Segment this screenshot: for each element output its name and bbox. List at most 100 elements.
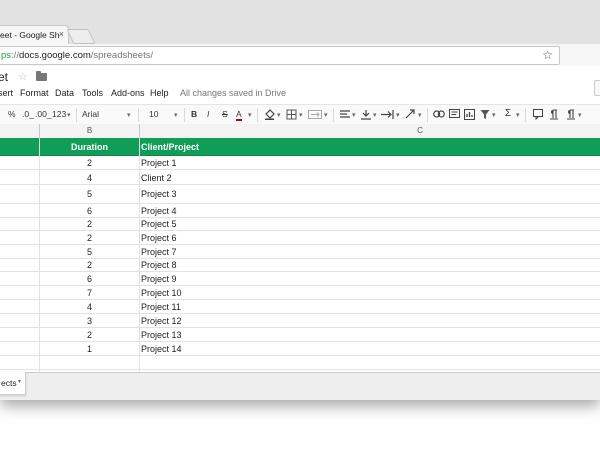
paragraph-ltr-icon[interactable] xyxy=(549,109,559,120)
text-wrapping-icon[interactable] xyxy=(381,109,394,120)
decrease-decimal-button[interactable]: .0_ xyxy=(22,109,34,119)
duration-cell[interactable]: 2 xyxy=(40,219,139,229)
star-document-icon[interactable]: ☆ xyxy=(18,70,28,83)
chevron-down-icon[interactable]: ▾ xyxy=(18,378,21,385)
browser-tab[interactable]: eet - Google Sh × xyxy=(0,25,69,45)
table-row[interactable]: 5 Project 7 xyxy=(0,245,600,259)
new-tab-button[interactable] xyxy=(66,29,96,44)
address-bar[interactable]: ps://docs.google.com/spreadsheets/ ☆ xyxy=(0,46,560,65)
sheet-tab-projects[interactable]: ects ▾ xyxy=(0,372,26,395)
client-project-cell[interactable]: Project 4 xyxy=(141,206,177,216)
client-project-cell[interactable]: Project 3 xyxy=(141,189,177,199)
menu-format[interactable]: Format xyxy=(20,88,49,98)
table-row[interactable]: 4 Project 11 xyxy=(0,300,600,314)
table-row[interactable]: 7 Project 10 xyxy=(0,286,600,300)
functions-button[interactable]: Σ xyxy=(505,108,511,119)
fill-color-icon[interactable] xyxy=(264,109,275,120)
font-size-select[interactable]: 10 xyxy=(149,109,158,119)
client-project-cell[interactable]: Project 14 xyxy=(141,344,182,354)
header-cell-duration[interactable]: Duration xyxy=(40,142,139,152)
sheet-grid[interactable]: Duration Client/Project 2 Project 1 4 Cl… xyxy=(0,138,600,372)
table-row[interactable]: 3 Project 12 xyxy=(0,314,600,328)
duration-cell[interactable]: 5 xyxy=(40,247,139,257)
chevron-down-icon[interactable]: ▾ xyxy=(516,111,520,119)
insert-comment-icon[interactable] xyxy=(449,109,460,120)
menu-addons[interactable]: Add-ons xyxy=(111,88,145,98)
client-project-cell[interactable]: Project 6 xyxy=(141,233,177,243)
chevron-down-icon[interactable]: ▾ xyxy=(578,111,582,119)
duration-cell[interactable]: 4 xyxy=(40,302,139,312)
insert-chart-icon[interactable] xyxy=(464,109,475,120)
duration-cell[interactable]: 2 xyxy=(40,233,139,243)
chevron-down-icon[interactable]: ▾ xyxy=(248,111,252,119)
header-cell-client-project[interactable]: Client/Project xyxy=(141,142,199,152)
chevron-down-icon[interactable]: ▾ xyxy=(174,111,178,119)
client-project-cell[interactable]: Project 9 xyxy=(141,274,177,284)
percent-format-button[interactable]: % xyxy=(8,109,16,119)
duration-cell[interactable]: 6 xyxy=(40,206,139,216)
insert-link-icon[interactable] xyxy=(433,110,445,118)
chevron-down-icon[interactable]: ▾ xyxy=(324,111,328,119)
duration-cell[interactable]: 1 xyxy=(40,344,139,354)
text-color-button[interactable]: A xyxy=(236,109,242,121)
client-project-cell[interactable]: Project 7 xyxy=(141,247,177,257)
italic-button[interactable]: I xyxy=(207,109,209,119)
client-project-cell[interactable]: Project 13 xyxy=(141,330,182,340)
duration-cell[interactable]: 6 xyxy=(40,274,139,284)
table-row[interactable]: 5 Project 3 xyxy=(0,185,600,204)
folder-icon[interactable] xyxy=(36,71,47,81)
chevron-down-icon[interactable]: ▾ xyxy=(492,111,496,119)
menu-tools[interactable]: Tools xyxy=(82,88,103,98)
menu-help[interactable]: Help xyxy=(150,88,169,98)
vertical-align-icon[interactable] xyxy=(361,109,371,120)
comment-icon[interactable] xyxy=(533,109,543,120)
duration-cell[interactable]: 2 xyxy=(40,260,139,270)
chevron-down-icon[interactable]: ▾ xyxy=(277,111,281,119)
client-project-cell[interactable]: Project 5 xyxy=(141,219,177,229)
chevron-down-icon[interactable]: ▾ xyxy=(373,111,377,119)
client-project-cell[interactable]: Project 1 xyxy=(141,158,177,168)
client-project-cell[interactable]: Project 12 xyxy=(141,316,182,326)
table-row[interactable]: 4 Client 2 xyxy=(0,170,600,185)
chevron-down-icon[interactable]: ▾ xyxy=(352,111,356,119)
font-family-select[interactable]: Arial xyxy=(82,109,99,119)
table-row[interactable]: 2 Project 13 xyxy=(0,328,600,342)
table-row[interactable]: 6 Project 4 xyxy=(0,204,600,218)
document-title[interactable]: et xyxy=(0,70,8,84)
client-project-cell[interactable]: Project 11 xyxy=(141,302,181,312)
table-row[interactable] xyxy=(0,356,600,370)
menu-data[interactable]: Data xyxy=(55,88,74,98)
client-project-cell[interactable]: Client 2 xyxy=(141,173,172,183)
horizontal-align-icon[interactable] xyxy=(340,110,350,119)
share-button[interactable] xyxy=(594,80,600,96)
increase-decimal-button[interactable]: .00_ xyxy=(35,109,52,119)
table-row[interactable]: 2 Project 6 xyxy=(0,231,600,245)
bookmark-star-icon[interactable]: ☆ xyxy=(542,48,553,62)
duration-cell[interactable]: 3 xyxy=(40,316,139,326)
table-row[interactable]: 2 Project 8 xyxy=(0,259,600,272)
table-header-row[interactable]: Duration Client/Project xyxy=(0,138,600,156)
borders-icon[interactable] xyxy=(286,109,297,120)
table-row[interactable]: 1 Project 14 xyxy=(0,342,600,356)
strikethrough-button[interactable]: S xyxy=(222,109,228,119)
merge-cells-icon[interactable] xyxy=(308,110,322,119)
number-format-button[interactable]: 123 xyxy=(52,109,66,119)
column-header-c[interactable]: C xyxy=(140,126,600,135)
close-tab-icon[interactable]: × xyxy=(59,29,64,39)
duration-cell[interactable]: 5 xyxy=(40,189,139,199)
chevron-down-icon[interactable]: ▾ xyxy=(127,111,131,119)
filter-icon[interactable] xyxy=(480,109,490,120)
bold-button[interactable]: B xyxy=(191,109,197,119)
table-row[interactable]: 6 Project 9 xyxy=(0,272,600,286)
duration-cell[interactable]: 2 xyxy=(40,158,139,168)
duration-cell[interactable]: 7 xyxy=(40,288,139,298)
chevron-down-icon[interactable]: ▾ xyxy=(418,111,422,119)
chevron-down-icon[interactable]: ▾ xyxy=(396,111,400,119)
chevron-down-icon[interactable]: ▾ xyxy=(299,111,303,119)
chevron-down-icon[interactable]: ▾ xyxy=(67,111,71,119)
table-row[interactable]: 2 Project 5 xyxy=(0,218,600,231)
table-row[interactable]: 2 Project 1 xyxy=(0,156,600,170)
duration-cell[interactable]: 4 xyxy=(40,173,139,183)
client-project-cell[interactable]: Project 8 xyxy=(141,260,177,270)
duration-cell[interactable]: 2 xyxy=(40,330,139,340)
